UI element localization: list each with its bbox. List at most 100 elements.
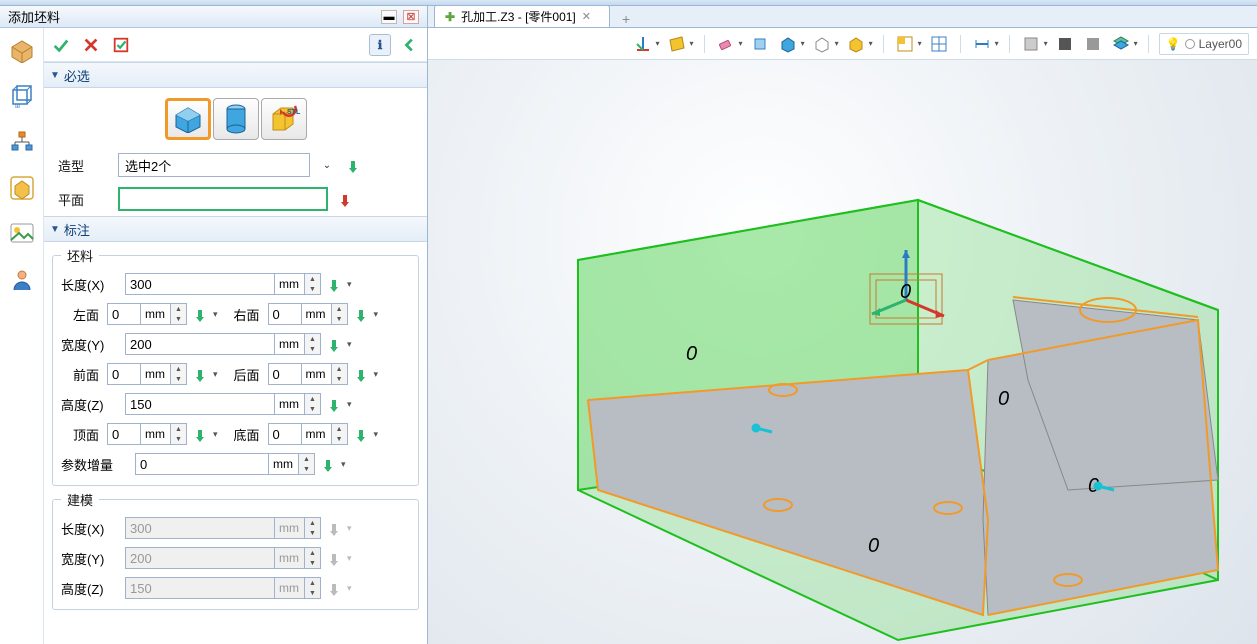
tab-close-icon[interactable]: ✕: [582, 10, 591, 23]
spinner: ▲▼: [305, 577, 321, 599]
confirm-icon[interactable]: [50, 34, 72, 56]
gold-box-icon[interactable]: [845, 33, 867, 55]
section-annotate-header[interactable]: ▼ 标注: [44, 216, 427, 242]
shape-label: 造型: [58, 156, 110, 175]
grid-icon[interactable]: [928, 33, 950, 55]
coord-icon[interactable]: [632, 33, 654, 55]
layers-icon[interactable]: [1110, 33, 1132, 55]
help-icon[interactable]: ℹ: [369, 34, 391, 56]
box-icon[interactable]: [8, 36, 36, 64]
layer-selector[interactable]: 💡 Layer00: [1159, 33, 1249, 55]
back-label: 后面: [222, 365, 264, 384]
plane-pin-icon[interactable]: [336, 188, 354, 210]
tree-icon[interactable]: [8, 128, 36, 156]
whole-icon[interactable]: [749, 33, 771, 55]
cancel-icon[interactable]: [80, 34, 102, 56]
blank-tool-icon[interactable]: [8, 174, 36, 202]
spinner[interactable]: ▲▼: [332, 423, 348, 445]
new-tab-button[interactable]: +: [616, 11, 636, 27]
pin-icon[interactable]: [352, 423, 370, 445]
front-input[interactable]: [107, 363, 141, 385]
shape-input[interactable]: [118, 153, 310, 177]
document-tab-bar: ✚ 孔加工.Z3 - [零件001] ✕ +: [428, 6, 1257, 28]
section-required-header[interactable]: ▼ 必选: [44, 62, 427, 88]
model-width-label: 宽度(Y): [61, 549, 121, 568]
plane-label: 平面: [58, 190, 110, 209]
model-width-input: [125, 547, 275, 569]
person-icon[interactable]: [8, 266, 36, 294]
shape-type-row: STL: [44, 88, 427, 148]
pin-icon[interactable]: [191, 423, 209, 445]
model-height-label: 高度(Z): [61, 579, 121, 598]
unit-label: mm: [302, 303, 332, 325]
length-label: 长度(X): [61, 275, 121, 294]
bulb-icon: 💡: [1166, 37, 1181, 51]
spinner[interactable]: ▲▼: [305, 393, 321, 415]
unit-label: mm: [141, 423, 171, 445]
unit-label: mm: [275, 547, 305, 569]
spinner[interactable]: ▲▼: [171, 303, 187, 325]
model-height-input: [125, 577, 275, 599]
stock-legend: 坯料: [61, 246, 99, 265]
eraser-icon[interactable]: [715, 33, 737, 55]
render3-icon[interactable]: [1082, 33, 1104, 55]
shape-stl-button[interactable]: STL: [261, 98, 307, 140]
spinner[interactable]: ▲▼: [305, 333, 321, 355]
plane-icon[interactable]: [666, 33, 688, 55]
shade-box-icon[interactable]: [777, 33, 799, 55]
right-input[interactable]: [268, 303, 302, 325]
pin-icon[interactable]: [191, 363, 209, 385]
unit-label: mm: [302, 423, 332, 445]
shape-pin-icon[interactable]: [344, 154, 362, 176]
pin-icon[interactable]: [325, 273, 343, 295]
spinner[interactable]: ▲▼: [332, 363, 348, 385]
top-input[interactable]: [107, 423, 141, 445]
pin-icon[interactable]: [352, 303, 370, 325]
svg-text:⊞: ⊞: [15, 104, 20, 108]
pin-icon[interactable]: [191, 303, 209, 325]
panel-close-icon[interactable]: ⊠: [403, 10, 419, 24]
increment-label: 参数增量: [61, 455, 131, 474]
unit-label: mm: [275, 393, 305, 415]
spinner[interactable]: ▲▼: [171, 423, 187, 445]
spinner[interactable]: ▲▼: [299, 453, 315, 475]
document-tab[interactable]: ✚ 孔加工.Z3 - [零件001] ✕: [434, 5, 610, 27]
render1-icon[interactable]: [1020, 33, 1042, 55]
face-color-icon[interactable]: [894, 33, 916, 55]
cube-frame-icon[interactable]: ⊞: [8, 82, 36, 110]
unit-label: mm: [141, 303, 171, 325]
stock-group: 坯料 长度(X) mm▲▼ ▾ 左面 mm▲▼ ▾ 右面 mm▲▼ ▾: [52, 246, 419, 486]
plane-input[interactable]: [118, 187, 328, 211]
back-input[interactable]: [268, 363, 302, 385]
increment-input[interactable]: [135, 453, 269, 475]
panel-minimize-icon[interactable]: ▬: [381, 10, 397, 24]
shape-expand-icon[interactable]: ⌄: [318, 154, 336, 176]
layer-label: Layer00: [1199, 37, 1242, 51]
measure-icon[interactable]: [971, 33, 993, 55]
spinner[interactable]: ▲▼: [332, 303, 348, 325]
spinner[interactable]: ▲▼: [171, 363, 187, 385]
left-input[interactable]: [107, 303, 141, 325]
pin-icon[interactable]: [325, 393, 343, 415]
pin-icon[interactable]: [319, 453, 337, 475]
bottom-input[interactable]: [268, 423, 302, 445]
back-icon[interactable]: [399, 34, 421, 56]
height-label: 高度(Z): [61, 395, 121, 414]
left-label: 左面: [61, 305, 103, 324]
bottom-label: 底面: [222, 425, 264, 444]
pin-icon[interactable]: [325, 333, 343, 355]
height-input[interactable]: [125, 393, 275, 415]
image-icon[interactable]: [8, 220, 36, 248]
wire-box-icon[interactable]: [811, 33, 833, 55]
render2-icon[interactable]: [1054, 33, 1076, 55]
shape-box-button[interactable]: [165, 98, 211, 140]
model-legend: 建模: [61, 490, 99, 509]
length-input[interactable]: [125, 273, 275, 295]
length-spinner[interactable]: ▲▼: [305, 273, 321, 295]
pin-icon[interactable]: [352, 363, 370, 385]
shape-cylinder-button[interactable]: [213, 98, 259, 140]
viewport-3d[interactable]: 0 0 0 0 0: [428, 60, 1257, 644]
apply-icon[interactable]: [110, 34, 132, 56]
width-input[interactable]: [125, 333, 275, 355]
right-side: ✚ 孔加工.Z3 - [零件001] ✕ + ▾ ▾ ▾ ▾ ▾ ▾ ▾ ▾ ▾: [428, 6, 1257, 644]
